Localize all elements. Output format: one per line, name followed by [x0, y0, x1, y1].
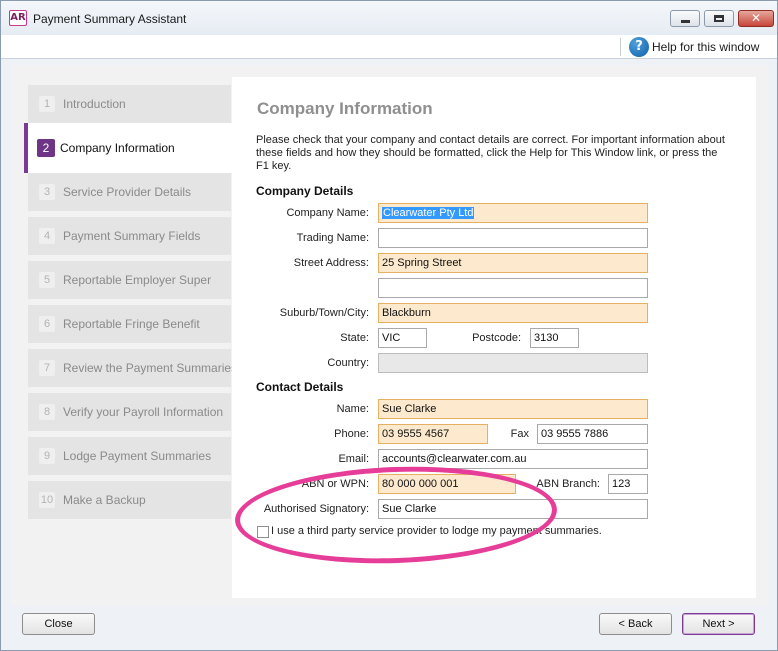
abn-label: ABN or WPN:: [301, 478, 369, 490]
phone-label: Phone:: [334, 428, 369, 440]
close-button[interactable]: Close: [22, 613, 95, 635]
step-label: Payment Summary Fields: [63, 229, 201, 243]
country-label: Country:: [327, 357, 369, 369]
close-icon: ✕: [750, 11, 762, 25]
toolbar-separator: [620, 38, 621, 56]
step-number: 1: [39, 96, 55, 112]
assistant-window: AR Payment Summary Assistant ✕ ? Help fo…: [0, 0, 778, 651]
street-address-line2-field[interactable]: [378, 278, 648, 298]
step-lodge-payment-summaries[interactable]: 9 Lodge Payment Summaries: [28, 437, 231, 475]
minimize-button[interactable]: [670, 10, 700, 27]
third-party-checkbox-label[interactable]: I use a third party service provider to …: [271, 525, 602, 537]
postcode-label: Postcode:: [472, 332, 521, 344]
step-number: 2: [37, 139, 55, 157]
company-name-label: Company Name:: [286, 207, 369, 219]
contact-name-field[interactable]: Sue Clarke: [378, 399, 648, 419]
signatory-field[interactable]: Sue Clarke: [378, 499, 648, 519]
suburb-label: Suburb/Town/City:: [279, 307, 369, 319]
fax-field[interactable]: 03 9555 7886: [537, 424, 648, 444]
step-label: Company Information: [60, 141, 175, 155]
step-service-provider-details[interactable]: 3 Service Provider Details: [28, 173, 231, 211]
step-label: Reportable Employer Super: [63, 273, 212, 287]
step-review-payment-summaries[interactable]: 7 Review the Payment Summaries: [28, 349, 237, 387]
step-make-a-backup[interactable]: 10 Make a Backup: [28, 481, 231, 519]
country-field[interactable]: [378, 353, 648, 373]
step-number: 3: [39, 184, 55, 200]
step-number: 5: [39, 272, 55, 288]
step-verify-payroll-information[interactable]: 8 Verify your Payroll Information: [28, 393, 231, 431]
step-label: Reportable Fringe Benefit: [63, 317, 200, 331]
company-details-heading: Company Details: [256, 184, 354, 198]
close-window-button[interactable]: ✕: [738, 10, 774, 27]
maximize-icon: [705, 11, 733, 26]
step-number: 9: [39, 448, 55, 464]
step-reportable-fringe-benefit[interactable]: 6 Reportable Fringe Benefit: [28, 305, 231, 343]
step-label: Review the Payment Summaries: [63, 361, 238, 375]
help-icon[interactable]: ?: [629, 37, 649, 57]
maximize-button[interactable]: [704, 10, 734, 27]
next-button[interactable]: Next >: [682, 613, 755, 635]
back-button[interactable]: < Back: [599, 613, 672, 635]
help-for-this-window-link[interactable]: Help for this window: [652, 40, 759, 54]
email-label: Email:: [338, 453, 369, 465]
suburb-field[interactable]: Blackburn: [378, 303, 648, 323]
company-name-field[interactable]: Clearwater Pty Ltd: [378, 203, 648, 223]
street-address-label: Street Address:: [293, 257, 369, 269]
fax-label: Fax: [510, 428, 529, 440]
third-party-checkbox[interactable]: [257, 526, 269, 538]
abn-branch-label: ABN Branch:: [536, 478, 600, 490]
step-introduction[interactable]: 1 Introduction: [28, 85, 231, 123]
state-field[interactable]: VIC: [378, 328, 427, 348]
trading-name-field[interactable]: [378, 228, 648, 248]
page-title: Company Information: [257, 99, 433, 118]
step-company-information[interactable]: 2 Company Information: [24, 123, 232, 173]
step-number: 6: [39, 316, 55, 332]
abn-branch-field[interactable]: 123: [608, 474, 648, 494]
step-number: 8: [39, 404, 55, 420]
phone-field[interactable]: 03 9555 4567: [378, 424, 488, 444]
company-name-value: Clearwater Pty Ltd: [382, 207, 475, 219]
contact-details-heading: Contact Details: [256, 380, 344, 394]
street-address-field[interactable]: 25 Spring Street: [378, 253, 648, 273]
contact-name-label: Name:: [336, 403, 369, 415]
step-label: Service Provider Details: [63, 185, 192, 199]
step-label: Verify your Payroll Information: [63, 405, 224, 419]
window-title: Payment Summary Assistant: [33, 12, 187, 26]
app-logo-icon: AR: [9, 10, 27, 26]
intro-text: Please check that your company and conta…: [256, 134, 725, 172]
step-label: Introduction: [63, 97, 126, 111]
postcode-field[interactable]: 3130: [530, 328, 579, 348]
step-number: 4: [39, 228, 55, 244]
state-label: State:: [340, 332, 369, 344]
step-label: Make a Backup: [63, 493, 146, 507]
step-label: Lodge Payment Summaries: [63, 449, 212, 463]
title-bar: AR Payment Summary Assistant ✕: [1, 1, 777, 35]
step-reportable-employer-super[interactable]: 5 Reportable Employer Super: [28, 261, 231, 299]
signatory-label: Authorised Signatory:: [263, 503, 369, 515]
step-payment-summary-fields[interactable]: 4 Payment Summary Fields: [28, 217, 231, 255]
step-number: 10: [39, 492, 55, 508]
abn-field[interactable]: 80 000 000 001: [378, 474, 516, 494]
email-field[interactable]: accounts@clearwater.com.au: [378, 449, 648, 469]
trading-name-label: Trading Name:: [296, 232, 369, 244]
step-number: 7: [39, 360, 55, 376]
minimize-icon: [671, 11, 699, 26]
